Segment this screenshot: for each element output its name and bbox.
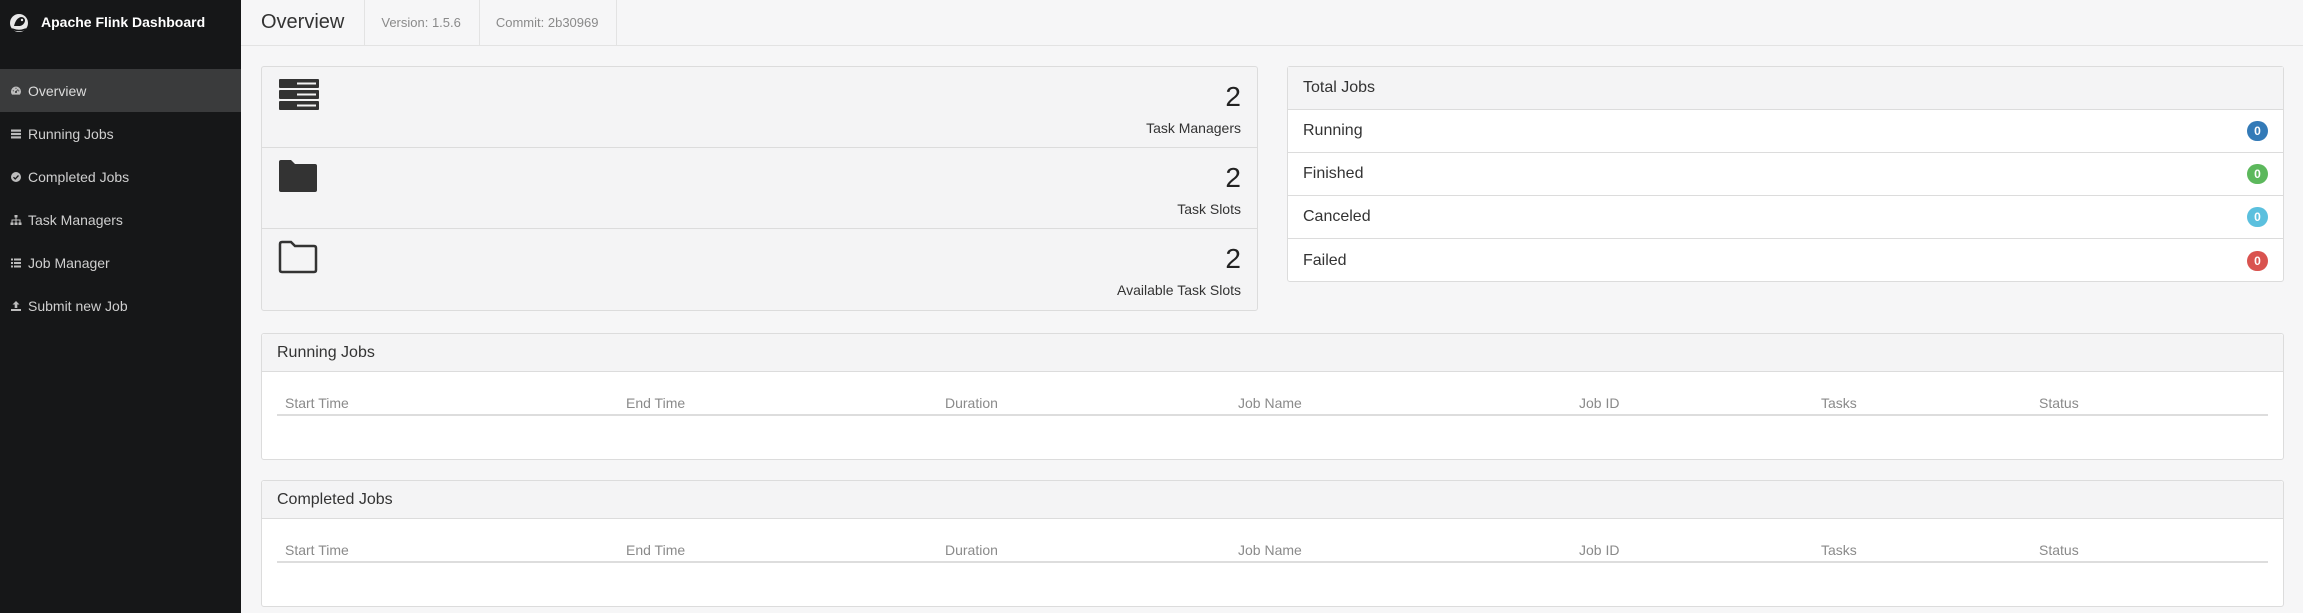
stat-task-slots: 2 Task Slots xyxy=(262,148,1257,229)
sidebar-item-label: Running Jobs xyxy=(28,125,114,142)
total-jobs-row-failed: Failed 0 xyxy=(1288,239,2283,282)
sidebar-item-job-manager[interactable]: Job Manager xyxy=(0,241,241,284)
total-jobs-row-finished: Finished 0 xyxy=(1288,153,2283,196)
sidebar-nav: Overview Running Jobs Completed Jobs Tas… xyxy=(0,69,241,327)
sidebar-item-label: Job Manager xyxy=(28,254,110,271)
completed-jobs-table-header: Start Time End Time Duration Job Name Jo… xyxy=(277,532,2268,563)
flink-squirrel-logo-icon xyxy=(6,9,32,35)
column-header-end-time[interactable]: End Time xyxy=(626,395,685,411)
column-header-status[interactable]: Status xyxy=(2039,395,2079,411)
column-header-tasks[interactable]: Tasks xyxy=(1821,542,1857,558)
row-label: Canceled xyxy=(1303,208,1371,225)
sidebar-item-label: Overview xyxy=(28,82,87,99)
sidebar-item-task-managers[interactable]: Task Managers xyxy=(0,198,241,241)
page-title: Overview xyxy=(241,0,366,45)
column-header-start-time[interactable]: Start Time xyxy=(285,542,349,558)
tasks-icon xyxy=(9,127,23,141)
count-badge: 0 xyxy=(2247,207,2268,227)
sidebar-item-submit-new-job[interactable]: Submit new Job xyxy=(0,284,241,327)
count-badge: 0 xyxy=(2247,121,2268,141)
sidebar-item-label: Completed Jobs xyxy=(28,168,130,185)
sidebar-item-overview[interactable]: Overview xyxy=(0,69,241,112)
sidebar-item-completed-jobs[interactable]: Completed Jobs xyxy=(0,155,241,198)
total-jobs-title: Total Jobs xyxy=(1288,67,2283,110)
completed-jobs-panel: Completed Jobs Start Time End Time Durat… xyxy=(261,480,2284,607)
brand[interactable]: Apache Flink Dashboard xyxy=(0,0,241,43)
check-circle-icon xyxy=(9,170,23,184)
column-header-job-id[interactable]: Job ID xyxy=(1579,542,1619,558)
column-header-duration[interactable]: Duration xyxy=(945,395,998,411)
sidebar: Apache Flink Dashboard Overview Running … xyxy=(0,0,241,613)
column-header-job-name[interactable]: Job Name xyxy=(1238,542,1302,558)
row-label: Finished xyxy=(1303,165,1364,182)
count-badge: 0 xyxy=(2247,164,2268,184)
running-jobs-title: Running Jobs xyxy=(262,334,2283,372)
row-label: Failed xyxy=(1303,251,1347,269)
running-jobs-panel: Running Jobs Start Time End Time Duratio… xyxy=(261,333,2284,460)
server-icon xyxy=(277,77,321,113)
column-header-tasks[interactable]: Tasks xyxy=(1821,395,1857,411)
column-header-status[interactable]: Status xyxy=(2039,542,2079,558)
list-icon xyxy=(9,256,23,270)
column-header-start-time[interactable]: Start Time xyxy=(285,395,349,411)
total-jobs-row-running: Running 0 xyxy=(1288,110,2283,153)
folder-icon xyxy=(277,158,321,194)
commit-label: Commit: 2b30969 xyxy=(480,0,618,45)
brand-title: Apache Flink Dashboard xyxy=(41,13,206,30)
column-header-job-name[interactable]: Job Name xyxy=(1238,395,1302,411)
running-jobs-table-header: Start Time End Time Duration Job Name Jo… xyxy=(277,385,2268,416)
sitemap-icon xyxy=(9,213,23,227)
completed-jobs-title: Completed Jobs xyxy=(262,481,2283,519)
sidebar-item-running-jobs[interactable]: Running Jobs xyxy=(0,112,241,155)
column-header-duration[interactable]: Duration xyxy=(945,542,998,558)
folder-open-icon xyxy=(277,239,321,275)
total-jobs-row-canceled: Canceled 0 xyxy=(1288,196,2283,239)
count-badge: 0 xyxy=(2247,250,2268,271)
column-header-end-time[interactable]: End Time xyxy=(626,542,685,558)
header-bar: Overview Version: 1.5.6 Commit: 2b30969 xyxy=(241,0,2303,46)
task-managers-label: Task Managers xyxy=(1146,120,1241,136)
task-managers-count: 2 xyxy=(1225,81,1241,112)
upload-icon xyxy=(9,299,23,313)
column-header-job-id[interactable]: Job ID xyxy=(1579,395,1619,411)
available-task-slots-count: 2 xyxy=(1225,243,1241,274)
stat-task-managers: 2 Task Managers xyxy=(262,67,1257,148)
stat-available-task-slots: 2 Available Task Slots xyxy=(262,229,1257,310)
row-label: Running xyxy=(1303,122,1363,139)
sidebar-item-label: Submit new Job xyxy=(28,297,128,314)
available-task-slots-label: Available Task Slots xyxy=(1117,282,1241,298)
cluster-stats-panel: 2 Task Managers 2 Task Slots 2 Available… xyxy=(261,66,1258,311)
task-slots-count: 2 xyxy=(1225,162,1241,193)
dashboard-icon xyxy=(9,84,23,98)
total-jobs-panel: Total Jobs Running 0 Finished 0 Canceled… xyxy=(1287,66,2284,282)
version-label: Version: 1.5.6 xyxy=(365,0,480,45)
sidebar-item-label: Task Managers xyxy=(28,211,123,228)
task-slots-label: Task Slots xyxy=(1177,201,1241,217)
